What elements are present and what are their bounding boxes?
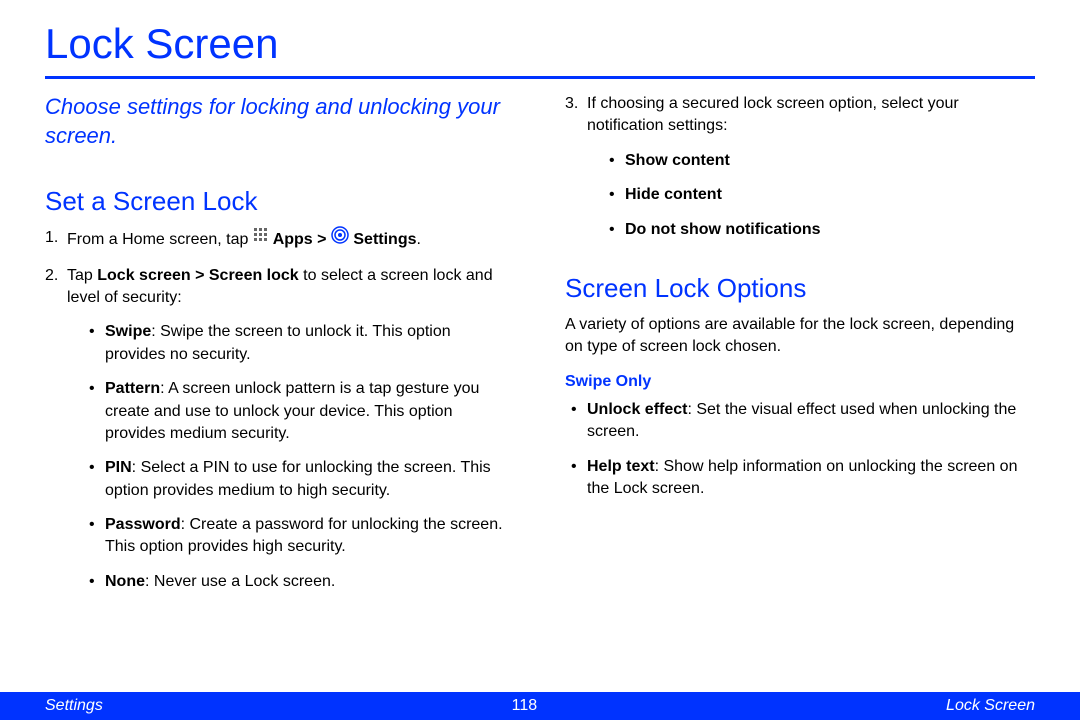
step-2: 2. Tap Lock screen > Screen lock to sele…: [45, 265, 515, 606]
bullet-text: : Never use a Lock screen.: [145, 573, 335, 590]
bullet-dot: •: [89, 378, 105, 445]
bullet-dot: •: [89, 514, 105, 559]
bullet-bold: Pattern: [105, 380, 160, 397]
bullet-pattern: • Pattern: A screen unlock pattern is a …: [67, 378, 515, 445]
step-3: 3. If choosing a secured lock screen opt…: [565, 93, 1035, 253]
bullet-dot: •: [609, 184, 625, 206]
bullet-dot: •: [565, 399, 587, 444]
bullet-pin: • PIN: Select a PIN to use for unlocking…: [67, 457, 515, 502]
section-heading-options: Screen Lock Options: [565, 273, 1035, 304]
bullet-hide-content: • Hide content: [587, 184, 1035, 206]
bullet-dot: •: [89, 571, 105, 593]
settings-icon: [331, 226, 349, 251]
bullet-help-text: • Help text: Show help information on un…: [565, 456, 1035, 501]
bullet-text: : Select a PIN to use for unlocking the …: [105, 459, 491, 498]
intro-text: Choose settings for locking and unlockin…: [45, 93, 515, 150]
step-end: .: [417, 231, 421, 248]
step-text: From a Home screen, tap: [67, 231, 253, 248]
step-number: 2.: [45, 265, 67, 606]
bullet-bold: Help text: [587, 458, 655, 475]
title-rule: [45, 76, 1035, 79]
step-body: From a Home screen, tap Apps > Settings.: [67, 227, 515, 252]
bullet-password: • Password: Create a password for unlock…: [67, 514, 515, 559]
lock-type-bullets: • Swipe: Swipe the screen to unlock it. …: [67, 321, 515, 593]
step-bold: Lock screen > Screen lock: [97, 267, 298, 284]
apps-label: Apps >: [269, 231, 331, 248]
bullet-unlock-effect: • Unlock effect: Set the visual effect u…: [565, 399, 1035, 444]
page-title: Lock Screen: [0, 0, 1080, 76]
content-columns: Choose settings for locking and unlockin…: [0, 93, 1080, 617]
left-column: Choose settings for locking and unlockin…: [45, 93, 540, 617]
bullet-bold: Show content: [625, 152, 730, 169]
bullet-dot: •: [89, 321, 105, 366]
step-body: If choosing a secured lock screen option…: [587, 93, 1035, 253]
right-column: 3. If choosing a secured lock screen opt…: [540, 93, 1035, 617]
options-para: A variety of options are available for t…: [565, 314, 1035, 359]
bullet-bold: Password: [105, 516, 181, 533]
footer-page-number: 118: [512, 697, 538, 715]
bullet-text: : A screen unlock pattern is a tap gestu…: [105, 380, 479, 442]
page-footer: Settings 118 Lock Screen: [0, 692, 1080, 720]
settings-label: Settings: [349, 231, 417, 248]
notification-bullets: • Show content • Hide content • Do not s…: [587, 150, 1035, 241]
bullet-dot: •: [609, 219, 625, 241]
step-1: 1. From a Home screen, tap Apps > Settin…: [45, 227, 515, 252]
step-text: If choosing a secured lock screen option…: [587, 95, 959, 134]
bullet-bold: Hide content: [625, 186, 722, 203]
step-body: Tap Lock screen > Screen lock to select …: [67, 265, 515, 606]
apps-icon: [253, 227, 269, 250]
bullet-no-notifications: • Do not show notifications: [587, 219, 1035, 241]
bullet-dot: •: [565, 456, 587, 501]
bullet-none: • None: Never use a Lock screen.: [67, 571, 515, 593]
footer-right: Lock Screen: [946, 697, 1035, 715]
step-number: 1.: [45, 227, 67, 252]
bullet-dot: •: [89, 457, 105, 502]
bullet-bold: Swipe: [105, 323, 151, 340]
bullet-bold: Do not show notifications: [625, 221, 821, 238]
section-heading-set-screen-lock: Set a Screen Lock: [45, 186, 515, 217]
bullet-text: : Swipe the screen to unlock it. This op…: [105, 323, 451, 362]
bullet-bold: None: [105, 573, 145, 590]
bullet-swipe: • Swipe: Swipe the screen to unlock it. …: [67, 321, 515, 366]
bullet-bold: PIN: [105, 459, 132, 476]
step-text: Tap: [67, 267, 97, 284]
step-number: 3.: [565, 93, 587, 253]
bullet-dot: •: [609, 150, 625, 172]
bullet-bold: Unlock effect: [587, 401, 687, 418]
bullet-show-content: • Show content: [587, 150, 1035, 172]
sub-heading-swipe-only: Swipe Only: [565, 373, 1035, 391]
footer-left: Settings: [45, 697, 103, 715]
